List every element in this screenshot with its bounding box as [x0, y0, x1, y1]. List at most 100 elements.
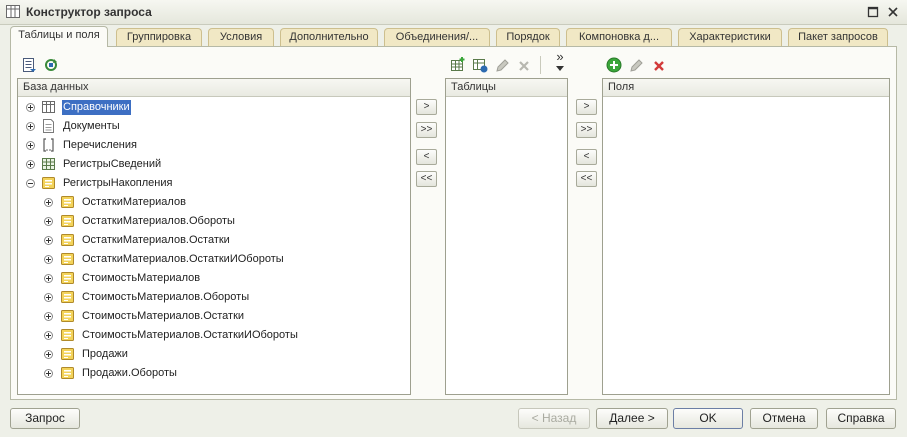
tree-node-label: ОстаткиМатериалов.Остатки — [82, 234, 230, 246]
list-view-icon[interactable] — [21, 57, 37, 73]
expand-plus-icon[interactable] — [26, 141, 35, 150]
tree-node-label: Продажи.Обороты — [82, 367, 177, 379]
add-icon[interactable] — [606, 57, 622, 73]
title-bar: Конструктор запроса — [0, 0, 907, 25]
tab-conditions[interactable]: Условия — [208, 28, 274, 46]
back-button[interactable]: < Назад — [518, 408, 590, 429]
add-all-fields-button[interactable]: >> — [576, 122, 597, 138]
ok-button[interactable]: OK — [673, 408, 743, 429]
accumulation-register-icon — [61, 348, 74, 360]
expand-plus-icon[interactable] — [26, 103, 35, 112]
toolbar-more-button[interactable]: » — [553, 50, 567, 63]
expand-plus-icon[interactable] — [44, 274, 53, 283]
tree-child-node[interactable]: ОстаткиМатериалов.Обороты — [18, 212, 410, 231]
remove-field-button[interactable]: < — [576, 149, 597, 165]
remove-table-button[interactable]: < — [416, 149, 437, 165]
accumulation-register-icon — [61, 215, 74, 227]
database-tree[interactable]: Справочники Документы Перечисления Регис… — [18, 98, 410, 394]
tree-node-label: РегистрыСведений — [63, 158, 162, 170]
add-table-icon[interactable] — [450, 57, 466, 73]
tree-node-label: Документы — [63, 120, 120, 132]
accumulation-register-icon — [61, 253, 74, 265]
add-field-button[interactable]: > — [576, 99, 597, 115]
accumulation-register-icon — [61, 310, 74, 322]
tree-node-accumulation-registers[interactable]: РегистрыНакопления — [18, 174, 410, 193]
tab-grouping[interactable]: Группировка — [116, 28, 202, 46]
tree-child-node[interactable]: ОстаткиМатериалов.ОстаткиИОбороты — [18, 250, 410, 269]
refresh-tree-icon[interactable] — [43, 57, 59, 73]
expand-plus-icon[interactable] — [26, 160, 35, 169]
tree-node-label: СтоимостьМатериалов — [82, 272, 201, 284]
delete-icon[interactable] — [651, 58, 667, 74]
tree-child-node[interactable]: СтоимостьМатериалов.ОстаткиИОбороты — [18, 326, 410, 345]
document-icon — [43, 119, 54, 133]
tree-node-label: Перечисления — [63, 139, 137, 151]
tab-composition[interactable]: Компоновка д... — [566, 28, 672, 46]
tree-node-label: РегистрыНакопления — [63, 177, 173, 189]
enum-icon — [43, 138, 54, 152]
tab-characteristics[interactable]: Характеристики — [678, 28, 782, 46]
accumulation-register-icon — [61, 196, 74, 208]
table-icon — [6, 5, 20, 18]
tree-node-label: ОстаткиМатериалов.Обороты — [82, 215, 235, 227]
accumulation-register-icon — [61, 291, 74, 303]
tree-node-catalogs[interactable]: Справочники — [18, 98, 410, 117]
edit-pencil-icon[interactable] — [494, 58, 510, 74]
fields-panel-header: Поля — [603, 79, 889, 97]
tables-panel[interactable]: Таблицы — [445, 78, 568, 395]
tree-child-node[interactable]: Продажи — [18, 345, 410, 364]
edit-pencil-icon[interactable] — [628, 58, 644, 74]
tables-panel-header: Таблицы — [446, 79, 567, 97]
tree-child-node[interactable]: СтоимостьМатериалов.Обороты — [18, 288, 410, 307]
expand-plus-icon[interactable] — [44, 369, 53, 378]
tree-child-node[interactable]: ОстаткиМатериалов.Остатки — [18, 231, 410, 250]
add-all-tables-button[interactable]: >> — [416, 122, 437, 138]
tree-node-documents[interactable]: Документы — [18, 117, 410, 136]
tab-tables-and-fields[interactable]: Таблицы и поля — [10, 26, 108, 47]
tree-child-node[interactable]: ОстаткиМатериалов — [18, 193, 410, 212]
expand-plus-icon[interactable] — [44, 255, 53, 264]
tree-node-label: СтоимостьМатериалов.Обороты — [82, 291, 250, 303]
query-button[interactable]: Запрос — [10, 408, 80, 429]
database-panel: База данных Справочники Документы Перечи… — [17, 78, 411, 395]
info-register-icon — [42, 158, 55, 170]
expand-plus-icon[interactable] — [44, 331, 53, 340]
tree-node-label: Продажи — [82, 348, 128, 360]
cancel-button[interactable]: Отмена — [750, 408, 818, 429]
fields-panel[interactable]: Поля — [602, 78, 890, 395]
close-icon[interactable] — [886, 5, 900, 19]
tab-advanced[interactable]: Дополнительно — [280, 28, 378, 46]
expand-plus-icon[interactable] — [26, 122, 35, 131]
tab-query-batch[interactable]: Пакет запросов — [788, 28, 888, 46]
tab-order[interactable]: Порядок — [496, 28, 560, 46]
tree-child-node[interactable]: Продажи.Обороты — [18, 364, 410, 383]
collapse-minus-icon[interactable] — [26, 179, 35, 188]
tree-child-node[interactable]: СтоимостьМатериалов.Остатки — [18, 307, 410, 326]
accumulation-register-icon — [61, 234, 74, 246]
help-button[interactable]: Справка — [826, 408, 896, 429]
expand-plus-icon[interactable] — [44, 293, 53, 302]
nested-query-icon[interactable] — [472, 57, 488, 73]
accumulation-register-icon — [61, 272, 74, 284]
toolbar-separator — [540, 56, 541, 74]
tree-node-enumerations[interactable]: Перечисления — [18, 136, 410, 155]
expand-plus-icon[interactable] — [44, 312, 53, 321]
expand-plus-icon[interactable] — [44, 198, 53, 207]
tree-node-label: Справочники — [62, 100, 131, 115]
add-table-button[interactable]: > — [416, 99, 437, 115]
expand-plus-icon[interactable] — [44, 217, 53, 226]
expand-plus-icon[interactable] — [44, 350, 53, 359]
maximize-icon[interactable] — [866, 5, 880, 19]
accumulation-register-icon — [61, 367, 74, 379]
expand-plus-icon[interactable] — [44, 236, 53, 245]
tree-node-info-registers[interactable]: РегистрыСведений — [18, 155, 410, 174]
tree-node-label: ОстаткиМатериалов.ОстаткиИОбороты — [82, 253, 284, 265]
delete-icon[interactable] — [516, 58, 532, 74]
tree-child-node[interactable]: СтоимостьМатериалов — [18, 269, 410, 288]
remove-all-fields-button[interactable]: << — [576, 171, 597, 187]
tab-unions[interactable]: Объединения/... — [384, 28, 490, 46]
remove-all-tables-button[interactable]: << — [416, 171, 437, 187]
chevron-down-icon[interactable] — [556, 66, 564, 72]
catalog-icon — [42, 101, 55, 113]
next-button[interactable]: Далее > — [596, 408, 668, 429]
